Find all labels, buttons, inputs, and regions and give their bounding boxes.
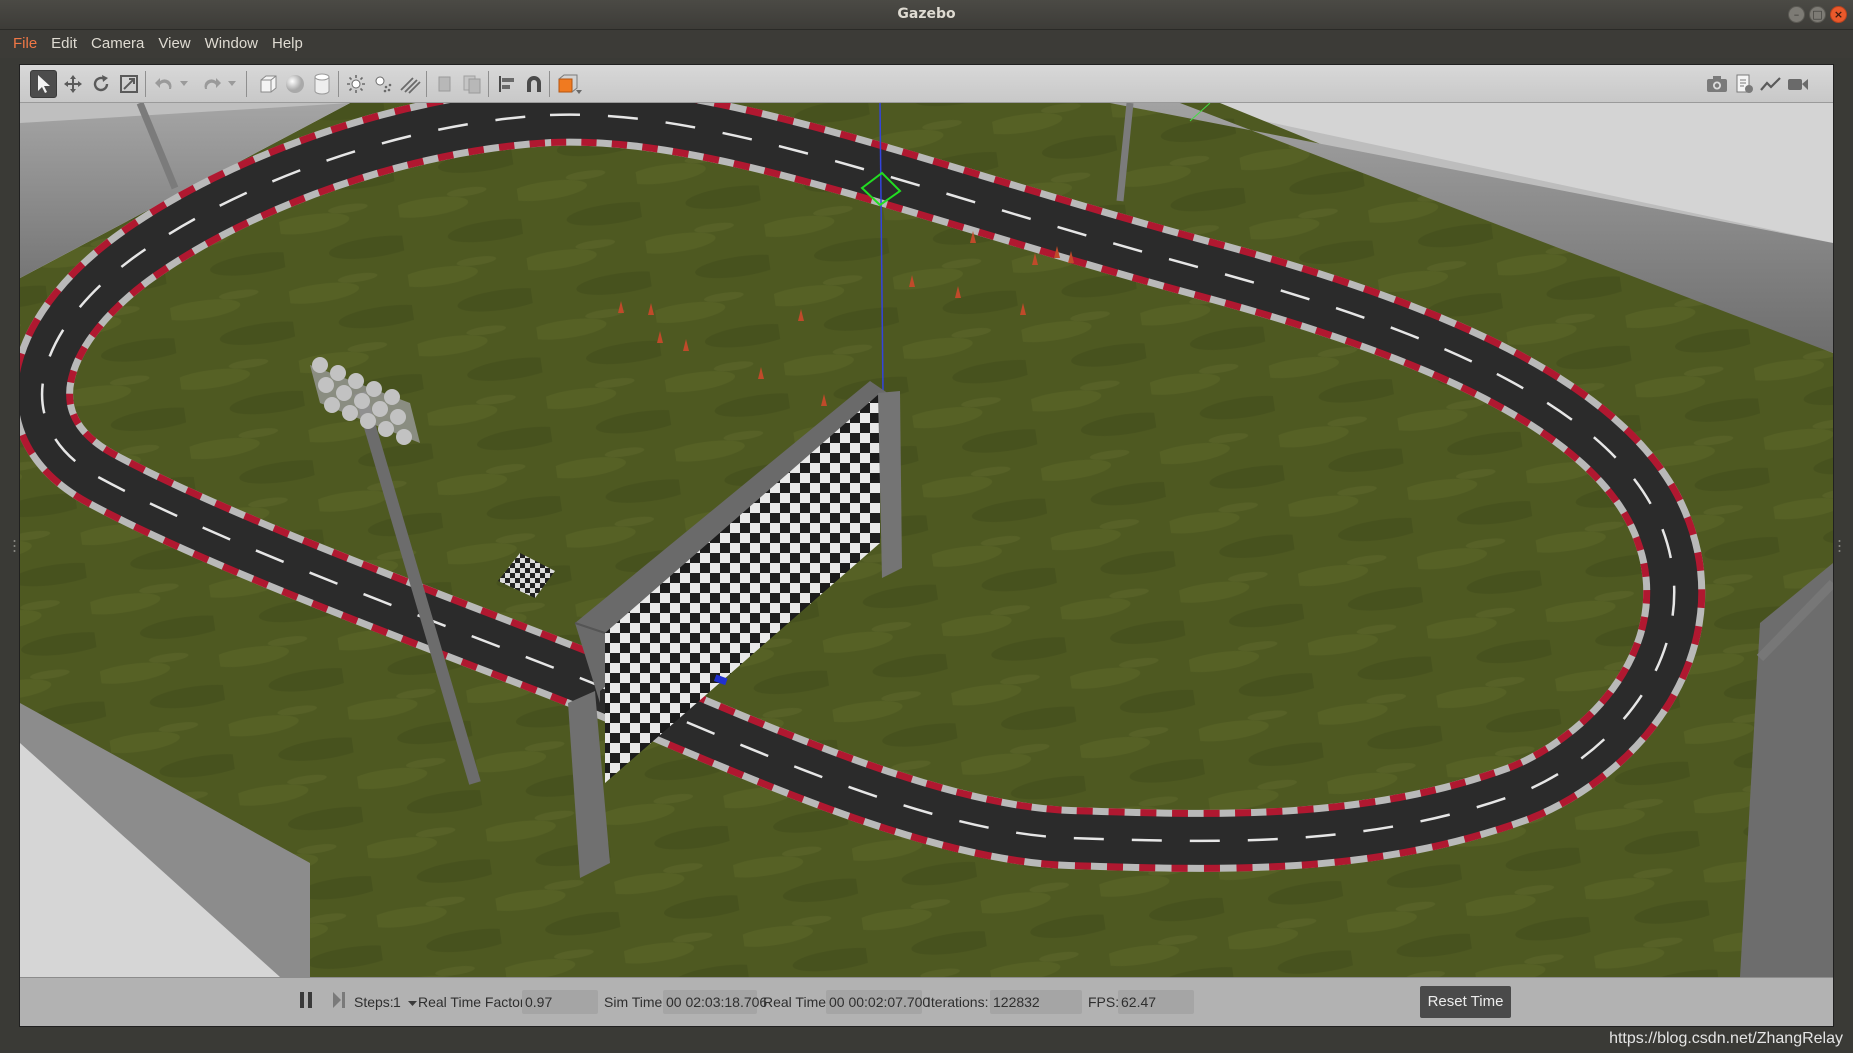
menu-help[interactable]: Help [265, 30, 310, 58]
plot-icon[interactable] [1757, 70, 1784, 98]
translate-mode-icon[interactable] [59, 70, 86, 98]
minimize-icon[interactable]: – [1788, 6, 1805, 23]
menu-camera[interactable]: Camera [84, 30, 151, 58]
paste-icon[interactable] [458, 70, 485, 98]
copy-icon[interactable] [431, 70, 458, 98]
log-icon[interactable] [1730, 70, 1757, 98]
directional-light-icon[interactable] [396, 70, 423, 98]
real-time-field: 00 00:02:07.700 [826, 990, 930, 1014]
redo-dropdown-icon[interactable] [225, 70, 239, 98]
steps-label: Steps: [354, 994, 394, 1010]
window-titlebar[interactable]: Gazebo – □ × [0, 0, 1853, 30]
undo-dropdown-icon[interactable] [177, 70, 191, 98]
real-time-label: Real Time: [763, 994, 830, 1010]
sim-time-label: Sim Time: [604, 994, 667, 1010]
cylinder-shape-icon[interactable] [308, 70, 335, 98]
left-panel-handle[interactable] [13, 538, 16, 554]
real-time-factor-label: Real Time Factor: [418, 994, 529, 1010]
toolbar [20, 65, 1833, 103]
real-time-factor-field: 0.97 [522, 990, 598, 1014]
redo-icon[interactable] [198, 70, 225, 98]
menu-file[interactable]: File [6, 30, 44, 58]
reset-time-button[interactable]: Reset Time [1420, 986, 1511, 1018]
select-mode-icon[interactable] [30, 70, 57, 98]
menu-edit[interactable]: Edit [44, 30, 84, 58]
sphere-shape-icon[interactable] [281, 70, 308, 98]
sim-time-field: 00 02:03:18.706 [663, 990, 767, 1014]
close-icon[interactable]: × [1830, 6, 1847, 23]
box-shape-icon[interactable] [254, 70, 281, 98]
fps-field: 62.47 [1118, 990, 1194, 1014]
video-record-icon[interactable] [1784, 70, 1811, 98]
right-panel-handle[interactable] [1838, 538, 1841, 554]
maximize-icon[interactable]: □ [1809, 6, 1826, 23]
pause-icon[interactable] [298, 990, 314, 1013]
scale-mode-icon[interactable] [115, 70, 142, 98]
spot-light-icon[interactable] [369, 70, 396, 98]
main-frame: Steps: 1 Real Time Factor: 0.97 Sim Time… [19, 64, 1834, 1027]
status-bar: Steps: 1 Real Time Factor: 0.97 Sim Time… [20, 977, 1833, 1026]
iterations-field: 122832 [990, 990, 1082, 1014]
watermark: https://blog.csdn.net/ZhangRelay [1609, 1030, 1843, 1047]
point-light-icon[interactable] [342, 70, 369, 98]
steps-value: 1 [393, 994, 401, 1010]
steps-spinner[interactable]: 1 [393, 994, 417, 1010]
undo-icon[interactable] [150, 70, 177, 98]
step-icon[interactable] [331, 990, 347, 1013]
window-title: Gazebo [897, 6, 956, 22]
menu-bar: File Edit Camera View Window Help [0, 30, 1853, 58]
snap-icon[interactable] [520, 70, 547, 98]
view-angle-icon[interactable] [553, 70, 585, 98]
fps-label: FPS: [1088, 994, 1120, 1010]
scene-viewport[interactable] [20, 103, 1833, 977]
rotate-mode-icon[interactable] [87, 70, 114, 98]
screenshot-icon[interactable] [1703, 70, 1730, 98]
iterations-label: Iterations: [927, 994, 989, 1010]
scene-render [20, 103, 1833, 977]
menu-window[interactable]: Window [198, 30, 265, 58]
align-icon[interactable] [493, 70, 520, 98]
menu-view[interactable]: View [151, 30, 197, 58]
